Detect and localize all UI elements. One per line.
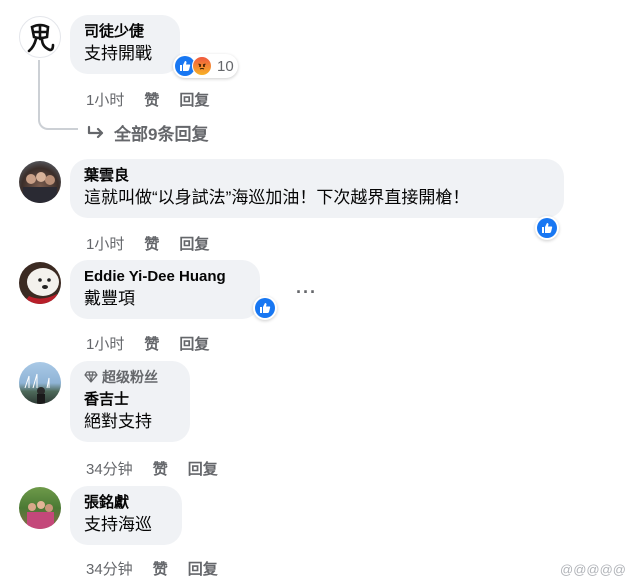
comment-time[interactable]: 1小时 — [86, 233, 124, 254]
reply-button[interactable]: 回复 — [179, 89, 209, 110]
comment-bubble: 張銘獻 支持海巡 — [70, 486, 182, 545]
watermark: @@@@@ — [560, 562, 626, 577]
like-button[interactable]: 赞 — [144, 233, 159, 254]
diamond-icon — [84, 371, 98, 383]
reply-button[interactable]: 回复 — [179, 233, 209, 254]
comment-text: 這就叫做“以身試法”海巡加油！下次越界直接開槍！ — [84, 188, 470, 207]
comment-meta: 34分钟 赞 回复 — [86, 558, 238, 579]
avatar[interactable] — [19, 161, 61, 203]
calligraphy-avatar-icon — [27, 23, 55, 53]
comment-author[interactable]: 葉雲良 — [84, 166, 552, 186]
comment-author[interactable]: 司徒少倢 — [84, 22, 168, 42]
comment-text: 支持開戰 — [84, 44, 152, 63]
comment-author[interactable]: 香吉士 — [84, 390, 178, 410]
reply-arrow-icon — [87, 125, 104, 138]
reply-button[interactable]: 回复 — [188, 458, 218, 479]
view-replies-label: 全部9条回复 — [114, 125, 209, 144]
avatar[interactable] — [19, 362, 61, 404]
comment-text: 絕對支持 — [84, 412, 152, 431]
comment-text: 支持海巡 — [84, 515, 152, 534]
comment-author[interactable]: 張銘獻 — [84, 493, 170, 513]
comment-time[interactable]: 1小时 — [86, 333, 124, 354]
like-button[interactable]: 赞 — [153, 558, 168, 579]
top-fan-badge[interactable]: 超级粉丝 — [84, 368, 178, 386]
avatar[interactable] — [19, 16, 61, 58]
badge-label: 超级粉丝 — [102, 369, 158, 385]
comment-author[interactable]: Eddie Yi-Dee Huang — [84, 267, 248, 287]
comment-bubble: Eddie Yi-Dee Huang 戴豐項 — [70, 260, 260, 319]
comment-meta: 1小时 赞 回复 — [86, 89, 229, 110]
avatar[interactable] — [19, 487, 61, 529]
like-button[interactable]: 赞 — [144, 89, 159, 110]
angry-icon — [192, 56, 212, 76]
like-button[interactable]: 赞 — [144, 333, 159, 354]
group-photo-icon — [23, 172, 57, 203]
harbor-photo-icon — [24, 373, 50, 404]
comment-time[interactable]: 1小时 — [86, 89, 124, 110]
comment-meta: 1小时 赞 回复 — [86, 333, 229, 354]
more-options-button[interactable]: ··· — [296, 282, 317, 303]
comment-meta: 1小时 赞 回复 — [86, 233, 229, 254]
reaction-summary[interactable] — [535, 216, 559, 240]
family-photo-icon — [27, 501, 54, 529]
like-icon — [255, 298, 275, 318]
comment-text: 戴豐項 — [84, 289, 135, 308]
comment-bubble: 葉雲良 這就叫做“以身試法”海巡加油！下次越界直接開槍！ — [70, 159, 564, 218]
thread-connector — [38, 60, 78, 130]
like-button[interactable]: 赞 — [153, 458, 168, 479]
comment-meta: 34分钟 赞 回复 — [86, 458, 238, 479]
reaction-summary[interactable]: 10 — [173, 54, 238, 78]
reaction-count: 10 — [217, 57, 234, 75]
reply-button[interactable]: 回复 — [179, 333, 209, 354]
comment-time[interactable]: 34分钟 — [86, 558, 133, 579]
like-icon — [537, 218, 557, 238]
comment-time[interactable]: 34分钟 — [86, 458, 133, 479]
reaction-summary[interactable] — [253, 296, 277, 320]
view-replies-button[interactable]: 全部9条回复 — [86, 120, 208, 145]
comment-bubble: 司徒少倢 支持開戰 — [70, 15, 180, 74]
dog-photo-icon — [23, 268, 59, 304]
comment-bubble: 超级粉丝 香吉士 絕對支持 — [70, 361, 190, 442]
reply-button[interactable]: 回复 — [188, 558, 218, 579]
avatar[interactable] — [19, 262, 61, 304]
